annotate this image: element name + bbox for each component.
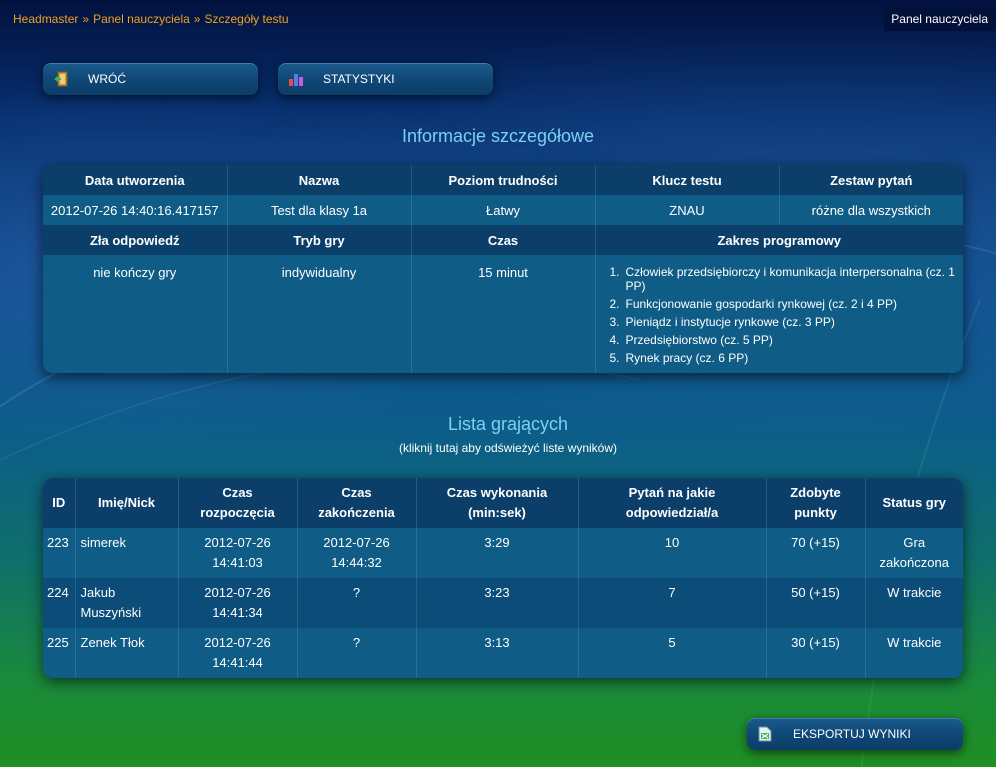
cell-nick: Zenek Tłok (75, 628, 179, 678)
value-created-date: 2012-07-26 14:40:16.417157 (43, 195, 228, 225)
header-game-mode: Tryb gry (227, 225, 412, 255)
cell-start-time: 2012-07-26 14:41:44 (178, 628, 298, 678)
value-test-key: ZNAU (595, 195, 780, 225)
cell-points: 50 (+15) (766, 578, 866, 628)
cell-end-time: 2012-07-26 14:44:32 (297, 528, 417, 578)
cell-id: 223 (43, 528, 76, 578)
list-item: 2. Funkcjonowanie gospodarki rynkowej (cz… (609, 297, 897, 311)
bar-chart-icon (289, 74, 303, 86)
cell-start-time: 2012-07-26 14:41:03 (178, 528, 298, 578)
cell-id: 224 (43, 578, 76, 628)
cell-nick: simerek (75, 528, 179, 578)
cell-points: 30 (+15) (766, 628, 866, 678)
spreadsheet-export-icon (758, 726, 772, 742)
breadcrumb-teacher-panel[interactable]: Panel nauczyciela (93, 12, 190, 26)
cell-duration: 3:23 (416, 578, 579, 628)
header-time: Czas (411, 225, 596, 255)
value-curriculum-scope: 1. Człowiek przedsiębiorczy i komunikacja… (595, 255, 963, 373)
value-name: Test dla klasy 1a (227, 195, 412, 225)
breadcrumb-headmaster[interactable]: Headmaster (13, 12, 78, 26)
cell-end-time: ? (297, 628, 417, 678)
details-value-row-2: nie kończy gry indywidualny 15 minut 1. C… (43, 255, 963, 373)
cell-answered: 10 (578, 528, 767, 578)
cell-status: W trakcie (887, 585, 942, 600)
test-details-table: Data utworzenia Nazwa Poziom trudności K… (43, 165, 963, 373)
back-button[interactable]: WRÓĆ (43, 63, 258, 95)
players-section-title: Lista grających (447, 414, 569, 434)
cell-nick: Jakub Muszyński (75, 578, 179, 628)
value-wrong-answer: nie kończy gry (43, 255, 228, 373)
refresh-results-link[interactable]: (kliknij tutaj aby odświeżyć liste wynik… (10, 441, 996, 455)
header-question-set: Zestaw pytań (830, 172, 913, 188)
header-difficulty: Poziom trudności (411, 165, 596, 195)
panel-label: Panel nauczyciela (884, 7, 996, 31)
table-row: 224 Jakub Muszyński 2012-07-26 14:41:34 ? … (43, 578, 963, 628)
breadcrumb-separator: » (193, 12, 201, 26)
cell-end-time: ? (297, 578, 417, 628)
players-header-row: ID Imię/Nick Czas rozpoczęcia Czas zakończ… (43, 478, 963, 528)
cell-duration: 3:29 (416, 528, 579, 578)
list-item: 3. Pieniądz i instytucje rynkowe (cz. 3 P… (609, 315, 835, 329)
header-name: Nazwa (227, 165, 412, 195)
header-status: Status gry (882, 495, 947, 510)
table-row: 225 Zenek Tłok 2012-07-26 14:41:44 ? 3:13… (43, 628, 963, 678)
cell-answered: 7 (578, 578, 767, 628)
header-answered: Pytań na jakie odpowiedział/a (578, 478, 767, 528)
cell-id: 225 (43, 628, 76, 678)
breadcrumb: Headmaster» Panel nauczyciela» Szczegóły t… (13, 12, 289, 26)
value-question-set: różne dla wszystkich (811, 202, 931, 218)
export-results-button[interactable]: EKSPORTUJ WYNIKI (747, 718, 963, 750)
table-row: 223 simerek 2012-07-26 14:41:03 2012-07-2… (43, 528, 963, 578)
value-time: 15 minut (411, 255, 596, 373)
top-bar: Headmaster» Panel nauczyciela» Szczegóły t… (0, 0, 996, 38)
header-test-key: Klucz testu (595, 165, 780, 195)
info-section-title: Informacje szczegółowe (401, 126, 595, 146)
cell-status: W trakcie (887, 635, 942, 650)
header-wrong-answer: Zła odpowiedź (43, 225, 228, 255)
statistics-button-label: STATYSTYKI (323, 72, 395, 86)
export-results-button-label: EKSPORTUJ WYNIKI (793, 727, 911, 741)
cell-status: Gra zakończona (879, 535, 949, 570)
breadcrumb-current: Szczegóły testu (204, 12, 289, 26)
cell-points: 70 (+15) (766, 528, 866, 578)
statistics-button[interactable]: STATYSTYKI (278, 63, 493, 95)
header-end-time: Czas zakończenia (297, 478, 417, 528)
cell-start-time: 2012-07-26 14:41:34 (178, 578, 298, 628)
header-id: ID (43, 478, 76, 528)
exit-door-icon (54, 71, 68, 87)
curriculum-scope-list: 1. Człowiek przedsiębiorczy i komunikacja… (609, 265, 956, 365)
breadcrumb-separator: » (82, 12, 90, 26)
list-item: 1. Człowiek przedsiębiorczy i komunikacja… (609, 265, 955, 293)
header-points: Zdobyte punkty (766, 478, 866, 528)
header-duration: Czas wykonania (min:sek) (416, 478, 579, 528)
cell-duration: 3:13 (416, 628, 579, 678)
header-start-time: Czas rozpoczęcia (178, 478, 298, 528)
back-button-label: WRÓĆ (88, 72, 126, 86)
details-header-row: Data utworzenia Nazwa Poziom trudności K… (43, 165, 963, 195)
players-table: ID Imię/Nick Czas rozpoczęcia Czas zakończ… (43, 478, 963, 678)
value-difficulty: Łatwy (411, 195, 596, 225)
header-nick: Imię/Nick (75, 478, 179, 528)
list-item: 4. Przedsiębiorstwo (cz. 5 PP) (609, 333, 773, 347)
details-value-row: 2012-07-26 14:40:16.417157 Test dla klas… (43, 195, 963, 225)
header-curriculum-scope: Zakres programowy (717, 232, 842, 248)
details-header-row-2: Zła odpowiedź Tryb gry Czas Zakres progr… (43, 225, 963, 255)
header-created-date: Data utworzenia (43, 165, 228, 195)
value-game-mode: indywidualny (227, 255, 412, 373)
list-item: 5. Rynek pracy (cz. 6 PP) (609, 351, 749, 365)
cell-answered: 5 (578, 628, 767, 678)
